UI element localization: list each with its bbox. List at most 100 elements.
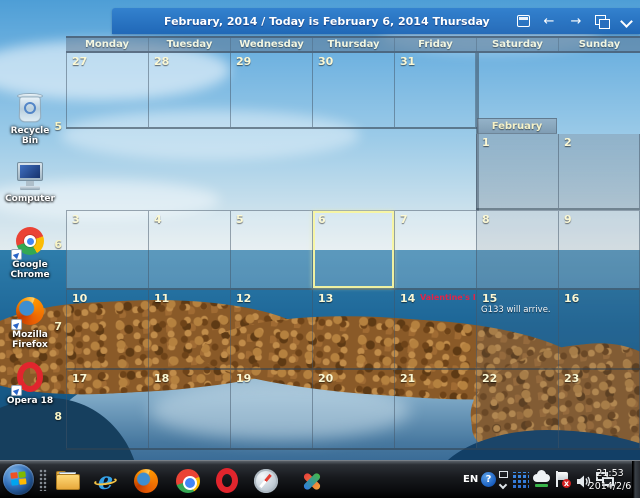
computer-icon xyxy=(13,160,47,192)
taskbar-internet-explorer-button[interactable]: e xyxy=(92,467,119,494)
calendar-cell-jan-27[interactable]: 27 xyxy=(66,53,148,127)
calendar-cell-feb-15[interactable]: 15 G133 will arrive. xyxy=(476,290,558,368)
calendar-cell-feb-11[interactable]: 11 xyxy=(148,290,230,368)
help-tray-icon[interactable]: ? xyxy=(481,472,496,487)
language-indicator[interactable]: EN xyxy=(463,474,478,485)
date-number: 15 xyxy=(482,292,497,305)
calendar-title: February, 2014 / Today is February 6, 20… xyxy=(164,15,490,28)
event-valentines-day[interactable]: Valentine's Day xyxy=(420,293,475,302)
next-month-button[interactable]: → xyxy=(568,15,584,28)
calendar-cell-today-feb-6[interactable]: 6 xyxy=(312,211,394,288)
calendar-cell-feb-17[interactable]: 17 xyxy=(66,370,148,448)
calendar-cell-feb-16[interactable]: 16 xyxy=(558,290,640,368)
shortcut-arrow-icon xyxy=(11,385,22,396)
calendar-cell-feb-13[interactable]: 13 xyxy=(312,290,394,368)
desktop-screen: Recycle Bin Computer Google Chrome Mozil… xyxy=(0,0,640,498)
cloud-tray-icon[interactable] xyxy=(533,472,551,488)
event-g133[interactable]: G133 will arrive. xyxy=(481,305,557,315)
taskbar-windows-explorer-button[interactable] xyxy=(54,467,81,494)
calendar-row-feb-week3: 10 11 12 13 14 Valentine's Day 15 G133 w… xyxy=(66,290,640,370)
date-number: 4 xyxy=(154,213,162,226)
calendar-cell-feb-21[interactable]: 21 xyxy=(394,370,476,448)
day-header-tuesday: Tuesday xyxy=(148,38,230,51)
taskbar-clock[interactable]: 21:53 2014/2/6 xyxy=(588,467,632,494)
show-hidden-icons-chevron[interactable] xyxy=(499,471,509,487)
day-header-saturday: Saturday xyxy=(476,38,558,51)
blue-grid-tray-icon[interactable] xyxy=(513,472,529,488)
taskbar-messenger-button[interactable] xyxy=(298,467,325,494)
date-number: 31 xyxy=(400,55,415,68)
calendar-row-feb-week1: 1 2 xyxy=(476,134,640,210)
calendar-cell-feb-4[interactable]: 4 xyxy=(148,211,230,288)
calendar-cell-jan-28[interactable]: 28 xyxy=(148,53,230,127)
date-number: 13 xyxy=(318,292,333,305)
day-header-monday: Monday xyxy=(66,38,148,51)
desktop-icon-opera-18[interactable]: Opera 18 xyxy=(2,362,58,406)
date-number: 22 xyxy=(482,372,497,385)
week-number-5: 5 xyxy=(46,120,62,133)
action-center-flag-icon[interactable]: x xyxy=(555,471,571,488)
show-desktop-button[interactable] xyxy=(632,461,640,498)
clock-date: 2014/2/6 xyxy=(588,480,632,493)
calendar-view-icon[interactable] xyxy=(517,15,530,27)
desktop-icon-label: Google Chrome xyxy=(2,260,58,280)
desktop-icon-recycle-bin[interactable]: Recycle Bin xyxy=(2,92,58,146)
calendar-cell-feb-9[interactable]: 9 xyxy=(558,211,640,288)
date-number: 29 xyxy=(236,55,251,68)
calendar-row-january: 27 28 29 30 31 xyxy=(66,53,477,129)
calendar-cell-feb-5[interactable]: 5 xyxy=(230,211,312,288)
date-number: 23 xyxy=(564,372,579,385)
chevron-down-icon[interactable] xyxy=(620,16,632,26)
date-number: 10 xyxy=(72,292,87,305)
calendar-cell-feb-19[interactable]: 19 xyxy=(230,370,312,448)
date-number: 21 xyxy=(400,372,415,385)
calendar-cell-feb-18[interactable]: 18 xyxy=(148,370,230,448)
calendar-cell-jan-31[interactable]: 31 xyxy=(394,53,476,127)
date-number: 7 xyxy=(400,213,408,226)
week-number-6: 6 xyxy=(46,238,62,251)
date-number: 11 xyxy=(154,292,169,305)
calendar-cell-jan-29[interactable]: 29 xyxy=(230,53,312,127)
firefox-icon xyxy=(13,296,47,328)
calendar-cell-feb-12[interactable]: 12 xyxy=(230,290,312,368)
start-button[interactable] xyxy=(3,464,34,495)
taskbar-safari-button[interactable] xyxy=(252,467,279,494)
taskbar-opera-button[interactable] xyxy=(213,467,240,494)
safari-compass-icon xyxy=(254,469,278,493)
calendar-cell-feb-1[interactable]: 1 xyxy=(476,134,558,208)
date-number: 28 xyxy=(154,55,169,68)
windows-overlay-icon[interactable] xyxy=(595,15,609,27)
calendar-row-feb-week2: 3 4 5 6 7 8 9 xyxy=(66,210,640,290)
explorer-folder-icon xyxy=(56,471,80,490)
calendar-cell-feb-10[interactable]: 10 xyxy=(66,290,148,368)
calendar-cell-feb-7[interactable]: 7 xyxy=(394,211,476,288)
desktop-icon-google-chrome[interactable]: Google Chrome xyxy=(2,226,58,280)
day-header-friday: Friday xyxy=(394,38,476,51)
taskbar-grip[interactable] xyxy=(39,469,47,491)
taskbar: e EN ? x xyxy=(0,460,640,498)
previous-month-button[interactable]: ← xyxy=(541,15,557,28)
calendar-cell-feb-23[interactable]: 23 xyxy=(558,370,640,448)
taskbar-firefox-button[interactable] xyxy=(132,467,159,494)
date-number: 1 xyxy=(482,136,490,149)
date-number: 17 xyxy=(72,372,87,385)
calendar-cell-feb-8[interactable]: 8 xyxy=(476,211,558,288)
calendar-cell-feb-20[interactable]: 20 xyxy=(312,370,394,448)
calendar-cell-feb-2[interactable]: 2 xyxy=(558,134,640,208)
date-number: 14 xyxy=(400,292,415,305)
taskbar-chrome-button[interactable] xyxy=(174,467,201,494)
calendar-cell-feb-22[interactable]: 22 xyxy=(476,370,558,448)
date-number: 20 xyxy=(318,372,333,385)
calendar-cell-jan-30[interactable]: 30 xyxy=(312,53,394,127)
desktop-icon-computer[interactable]: Computer xyxy=(2,160,58,204)
date-number: 19 xyxy=(236,372,251,385)
week-number-8: 8 xyxy=(46,410,62,423)
date-number: 12 xyxy=(236,292,251,305)
calendar-day-header-row: Monday Tuesday Wednesday Thursday Friday… xyxy=(66,36,640,53)
calendar-cell-feb-14[interactable]: 14 Valentine's Day xyxy=(394,290,476,368)
opera-icon xyxy=(13,362,47,394)
shortcut-arrow-icon xyxy=(11,249,22,260)
desktop-icon-label: Mozilla Firefox xyxy=(2,330,58,350)
calendar-cell-feb-3[interactable]: 3 xyxy=(66,211,148,288)
colorful-ribbon-icon xyxy=(300,469,324,493)
